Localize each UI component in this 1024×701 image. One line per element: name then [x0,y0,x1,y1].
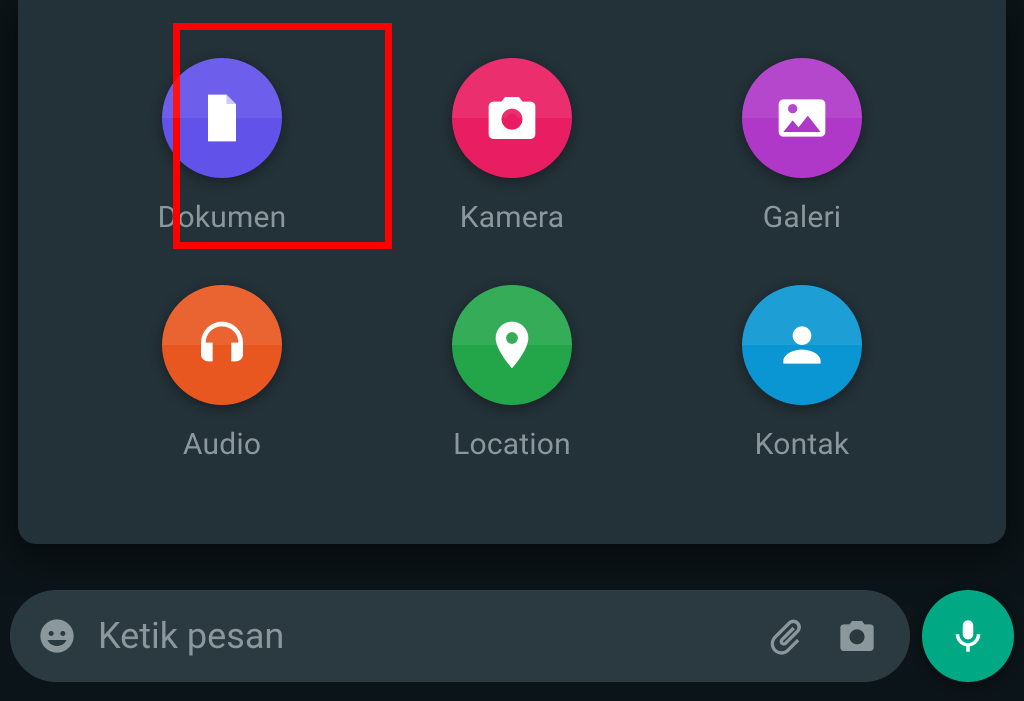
attachment-camera-label: Kamera [460,200,564,235]
attachment-sheet: Dokumen Kamera Galeri Audio [18,0,1006,544]
document-icon [162,58,282,178]
emoji-icon[interactable] [34,613,80,659]
composer-bar: Ketik pesan [10,577,1014,695]
message-input-container[interactable]: Ketik pesan [10,590,910,682]
attachment-location[interactable]: Location [432,285,592,462]
attachment-audio[interactable]: Audio [142,285,302,462]
attachment-audio-label: Audio [183,427,261,462]
attachment-document-label: Dokumen [158,200,287,235]
camera-icon [452,58,572,178]
attachment-contact[interactable]: Kontak [722,285,882,462]
camera-shortcut-icon[interactable] [834,613,880,659]
attachment-gallery[interactable]: Galeri [722,58,882,235]
attachment-location-label: Location [453,427,571,462]
headphones-icon [162,285,282,405]
attachment-document[interactable]: Dokumen [142,58,302,235]
voice-message-button[interactable] [922,590,1014,682]
paperclip-icon[interactable] [762,613,808,659]
gallery-icon [742,58,862,178]
attachment-camera[interactable]: Kamera [432,58,592,235]
message-input[interactable]: Ketik pesan [80,615,762,657]
mic-icon [947,615,989,657]
location-pin-icon [452,285,572,405]
attachment-grid: Dokumen Kamera Galeri Audio [132,58,892,462]
person-icon [742,285,862,405]
attachment-contact-label: Kontak [755,427,850,462]
attachment-gallery-label: Galeri [763,200,842,235]
